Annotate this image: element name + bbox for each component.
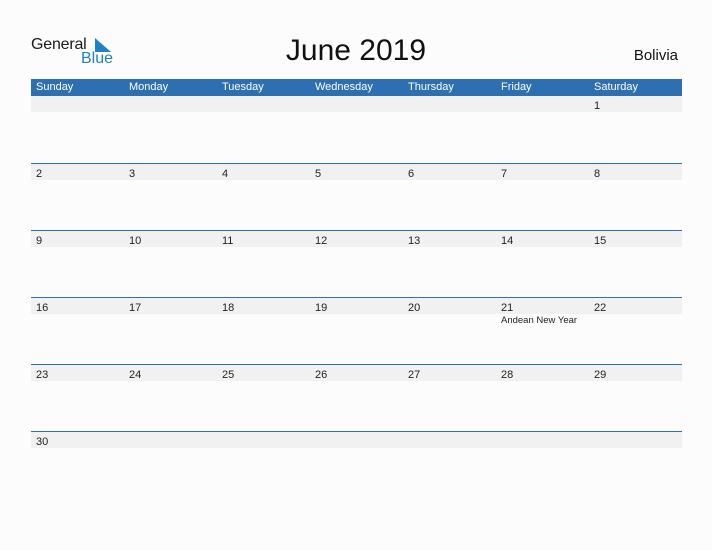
day-cell: 3 (124, 164, 217, 180)
day-number: 16 (36, 302, 49, 314)
day-number: 15 (594, 235, 607, 247)
page-title: June 2019 (285, 34, 427, 67)
day-cell: 21 Andean New Year (496, 298, 589, 326)
date-strip: 1 (31, 96, 682, 112)
day-cell: 1 (589, 96, 682, 112)
day-number: 1 (594, 100, 601, 112)
day-number: 25 (222, 369, 235, 381)
day-number: 14 (501, 235, 514, 247)
day-number: 24 (129, 369, 142, 381)
day-cell: 4 (217, 164, 310, 180)
day-cell (496, 96, 589, 112)
week-row: 9 10 11 12 13 14 15 (31, 230, 682, 297)
day-cell (124, 432, 217, 448)
day-cell: 8 (589, 164, 682, 180)
day-cell: 18 (217, 298, 310, 314)
day-number: 27 (408, 369, 421, 381)
day-number: 20 (408, 302, 421, 314)
day-number: 22 (594, 302, 607, 314)
day-cell: 14 (496, 231, 589, 247)
weekday-tuesday: Tuesday (222, 81, 264, 93)
day-cell: 13 (403, 231, 496, 247)
day-cell: 2 (31, 164, 124, 180)
day-cell: 9 (31, 231, 124, 247)
day-cell: 15 (589, 231, 682, 247)
day-number: 2 (36, 168, 43, 180)
day-number: 17 (129, 302, 142, 314)
day-cell: 25 (217, 365, 310, 381)
day-cell (496, 432, 589, 448)
calendar-grid: Sunday Monday Tuesday Wednesday Thursday Frid… (31, 79, 682, 452)
day-cell: 11 (217, 231, 310, 247)
day-cell: 24 (124, 365, 217, 381)
day-cell (124, 96, 217, 112)
day-number: 23 (36, 369, 49, 381)
week-row: 1 (31, 96, 682, 163)
day-cell (217, 96, 310, 112)
day-cell: 27 (403, 365, 496, 381)
date-strip: 30 (31, 432, 682, 448)
day-cell: 29 (589, 365, 682, 381)
day-number: 9 (36, 235, 43, 247)
weekday-header: Sunday Monday Tuesday Wednesday Thursday Frid… (31, 79, 682, 96)
weekday-thursday: Thursday (408, 81, 454, 93)
day-cell: 26 (310, 365, 403, 381)
day-cell: 16 (31, 298, 124, 314)
day-number: 19 (315, 302, 328, 314)
date-strip: 23 24 25 26 27 28 29 (31, 365, 682, 381)
day-number: 4 (222, 168, 229, 180)
day-number: 3 (129, 168, 136, 180)
week-row: 2 3 4 5 6 7 8 (31, 163, 682, 230)
day-number: 30 (36, 436, 49, 448)
day-cell: 17 (124, 298, 217, 314)
day-cell: 12 (310, 231, 403, 247)
day-cell: 7 (496, 164, 589, 180)
day-cell: 20 (403, 298, 496, 314)
date-strip: 9 10 11 12 13 14 15 (31, 231, 682, 247)
weekday-friday: Friday (501, 81, 532, 93)
day-number: 26 (315, 369, 328, 381)
day-number: 28 (501, 369, 514, 381)
day-number: 8 (594, 168, 601, 180)
day-cell (31, 96, 124, 112)
day-cell: 10 (124, 231, 217, 247)
day-cell: 6 (403, 164, 496, 180)
day-cell: 5 (310, 164, 403, 180)
day-cell (403, 432, 496, 448)
holiday-label: Andean New Year (501, 315, 578, 326)
week-row: 23 24 25 26 27 28 29 (31, 364, 682, 431)
day-number: 7 (501, 168, 508, 180)
week-row: 30 (31, 431, 682, 452)
weekday-wednesday: Wednesday (315, 81, 373, 93)
day-cell: 19 (310, 298, 403, 314)
date-strip: 16 17 18 19 20 21 Andean New Year 22 (31, 298, 682, 326)
day-number: 5 (315, 168, 322, 180)
weekday-saturday: Saturday (594, 81, 639, 93)
week-row: 16 17 18 19 20 21 Andean New Year 22 (31, 297, 682, 364)
day-cell (310, 432, 403, 448)
day-cell (403, 96, 496, 112)
day-number: 13 (408, 235, 421, 247)
day-cell (589, 432, 682, 448)
day-number: 12 (315, 235, 328, 247)
day-number: 21 (501, 302, 514, 314)
country-label: Bolivia (633, 47, 678, 64)
day-number: 29 (594, 369, 607, 381)
day-cell: 28 (496, 365, 589, 381)
day-number: 6 (408, 168, 415, 180)
day-cell (217, 432, 310, 448)
weekday-monday: Monday (129, 81, 169, 93)
day-number: 18 (222, 302, 235, 314)
day-number: 11 (222, 235, 234, 247)
day-cell (310, 96, 403, 112)
day-cell: 23 (31, 365, 124, 381)
day-number: 10 (129, 235, 142, 247)
date-strip: 2 3 4 5 6 7 8 (31, 164, 682, 180)
weekday-sunday: Sunday (36, 81, 74, 93)
day-cell: 30 (31, 432, 124, 448)
day-cell: 22 (589, 298, 682, 314)
